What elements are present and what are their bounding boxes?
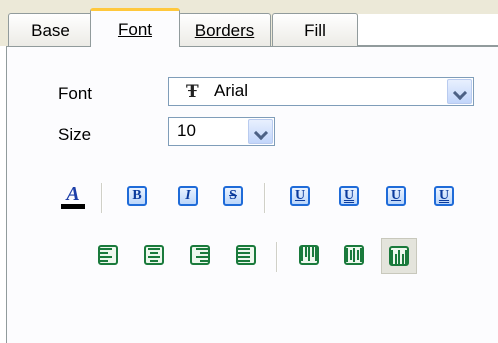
tab-fill[interactable]: Fill <box>272 13 358 46</box>
font-color-icon: A <box>66 183 80 205</box>
font-label: Font <box>58 84 93 103</box>
vertical-align-top-icon <box>299 245 319 265</box>
vertical-align-center-button[interactable] <box>341 242 367 268</box>
tab-font[interactable]: Font <box>90 8 180 47</box>
truetype-font-icon: Ŧ <box>186 82 199 102</box>
underline-single-button[interactable]: U <box>287 183 313 209</box>
tab-base[interactable]: Base <box>8 13 93 46</box>
align-center-icon <box>144 245 164 265</box>
italic-icon: I <box>178 186 198 206</box>
font-style-toolbar: A B I S U U U U <box>53 177 483 219</box>
bold-icon: B <box>127 186 147 206</box>
underline-single-accounting-button[interactable]: U <box>383 183 409 209</box>
tab-strip-filler <box>358 14 498 46</box>
underline-double-icon: U <box>339 186 359 206</box>
align-right-button[interactable] <box>187 242 213 268</box>
align-justify-button[interactable] <box>233 242 259 268</box>
tab-borders[interactable]: Borders <box>178 13 271 46</box>
align-center-button[interactable] <box>141 242 167 268</box>
align-left-icon <box>98 245 118 265</box>
size-label: Size <box>58 125 92 144</box>
strikeout-icon: S <box>223 186 243 206</box>
font-value: Arial <box>214 81 249 100</box>
size-value: 10 <box>177 121 196 140</box>
strikeout-button[interactable]: S <box>220 183 246 209</box>
toolbar-separator <box>276 242 278 272</box>
toolbar-separator <box>101 183 103 213</box>
chevron-down-icon[interactable] <box>248 119 273 144</box>
underline-icon: U <box>290 186 310 206</box>
underline-double-button[interactable]: U <box>336 183 362 209</box>
vertical-align-bottom-button[interactable] <box>381 238 417 274</box>
underline-double-accounting-icon: U <box>434 186 454 206</box>
underline-double-accounting-button[interactable]: U <box>431 183 457 209</box>
tab-strip: Base Font Borders Fill <box>0 0 498 47</box>
font-tab-page: Font Ŧ Arial Size 10 A B I S U U U U <box>6 46 498 343</box>
toolbar-separator <box>264 183 266 213</box>
font-color-button[interactable]: A <box>59 179 87 215</box>
italic-button[interactable]: I <box>175 183 201 209</box>
alignment-toolbar <box>83 236 453 278</box>
font-color-swatch <box>61 204 85 209</box>
font-combobox[interactable]: Ŧ Arial <box>168 77 474 106</box>
align-left-button[interactable] <box>95 242 121 268</box>
bold-button[interactable]: B <box>124 183 150 209</box>
vertical-align-bottom-icon <box>389 246 409 266</box>
chevron-down-icon[interactable] <box>447 79 472 104</box>
vertical-align-center-icon <box>344 245 364 265</box>
size-combobox[interactable]: 10 <box>168 117 275 146</box>
align-justify-icon <box>236 245 256 265</box>
vertical-align-top-button[interactable] <box>296 242 322 268</box>
underline-accounting-icon: U <box>386 186 406 206</box>
align-right-icon <box>190 245 210 265</box>
